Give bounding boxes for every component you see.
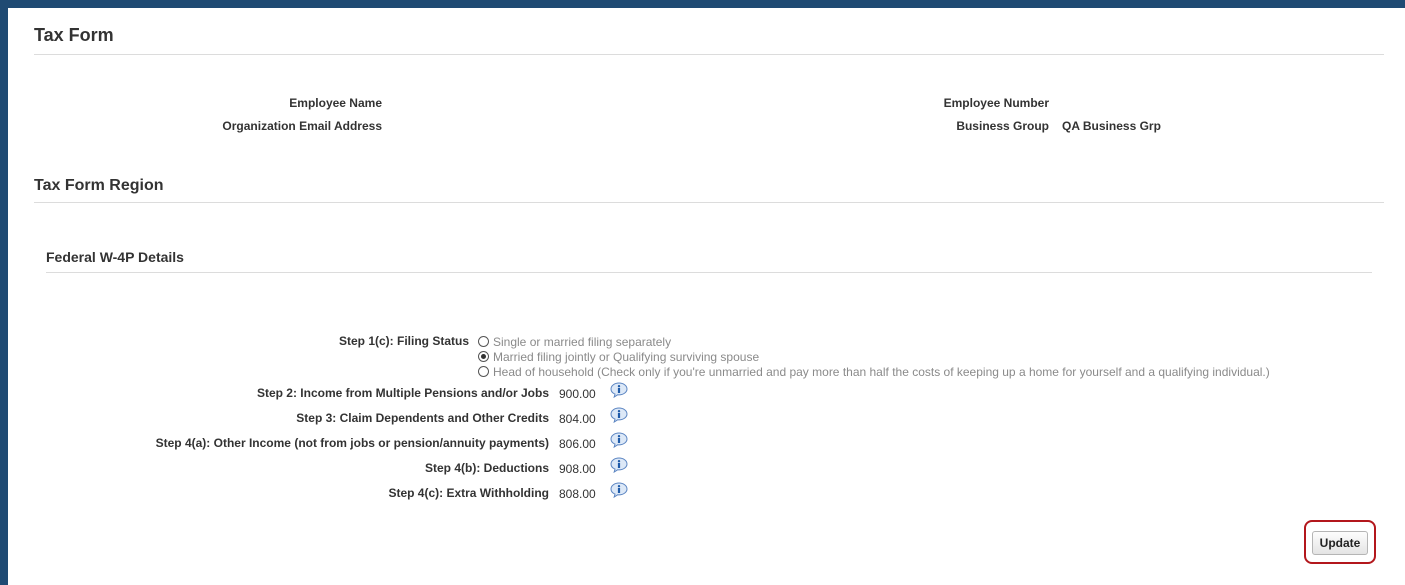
step-2-value: 900.00	[559, 387, 596, 401]
step-4a-value: 806.00	[559, 437, 596, 451]
employee-number-label: Employee Number	[943, 96, 1049, 110]
step-4b-label: Step 4(b): Deductions	[424, 461, 549, 475]
organization-email-label: Organization Email Address	[222, 119, 382, 133]
region-divider	[34, 202, 1384, 203]
tax-form-page: Tax Form Employee Name Organization Emai…	[8, 8, 1405, 585]
filing-option-single[interactable]: Single or married filing separately	[478, 334, 671, 349]
update-button[interactable]: Update	[1312, 531, 1368, 555]
info-icon[interactable]	[610, 457, 628, 473]
business-group-label: Business Group	[956, 119, 1049, 133]
filing-option-label: Single or married filing separately	[493, 334, 672, 349]
filing-option-label: Head of household (Check only if you're …	[493, 364, 1270, 379]
w4p-divider	[46, 272, 1372, 273]
w4p-section-title: Federal W-4P Details	[46, 249, 184, 265]
step-4c-value: 808.00	[559, 487, 596, 501]
filing-option-head-of-household[interactable]: Head of household (Check only if you're …	[478, 364, 1270, 379]
page-title: Tax Form	[34, 25, 114, 45]
step-2-label: Step 2: Income from Multiple Pensions an…	[256, 386, 549, 400]
info-icon[interactable]	[610, 482, 628, 498]
filing-option-label: Married filing jointly or Qualifying sur…	[493, 349, 760, 364]
filing-option-married-jointly[interactable]: Married filing jointly or Qualifying sur…	[478, 349, 759, 364]
tax-form-region-title: Tax Form Region	[34, 177, 164, 194]
step-4b-value: 908.00	[559, 462, 596, 476]
update-button-highlight: Update	[1304, 520, 1376, 564]
step-4c-label: Step 4(c): Extra Withholding	[388, 486, 549, 500]
radio-single[interactable]	[478, 336, 489, 347]
step-3-label: Step 3: Claim Dependents and Other Credi…	[296, 411, 549, 425]
info-icon[interactable]	[610, 382, 628, 398]
info-icon[interactable]	[610, 432, 628, 448]
filing-status-label: Step 1(c): Filing Status	[338, 334, 469, 348]
employee-name-label: Employee Name	[289, 96, 382, 110]
step-4a-label: Step 4(a): Other Income (not from jobs o…	[155, 436, 549, 450]
radio-married-jointly[interactable]	[478, 351, 489, 362]
info-icon[interactable]	[610, 407, 628, 423]
title-divider	[34, 54, 1384, 55]
business-group-value: QA Business Grp	[1062, 119, 1161, 133]
radio-head-of-household[interactable]	[478, 366, 489, 377]
step-3-value: 804.00	[559, 412, 596, 426]
